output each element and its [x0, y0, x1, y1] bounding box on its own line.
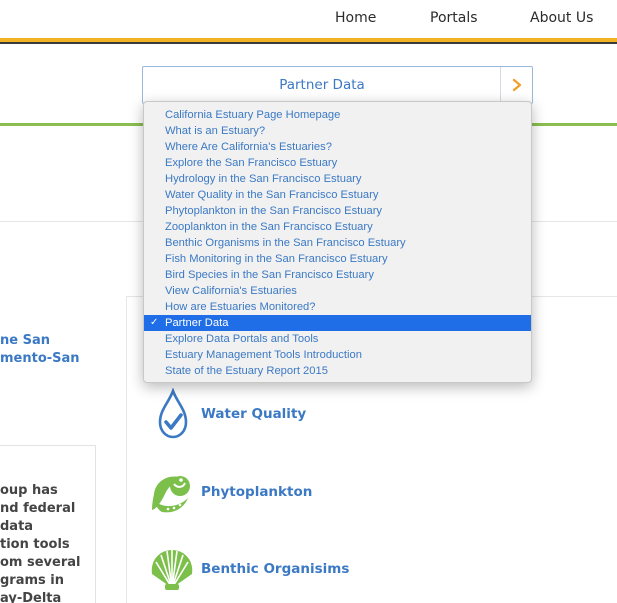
dropdown-option-label: Where Are California's Estuaries?: [165, 141, 332, 153]
dropdown-option[interactable]: View California's Estuaries: [144, 283, 531, 299]
dropdown-option-label: How are Estuaries Monitored?: [165, 301, 316, 313]
left-section-heading[interactable]: ne San mento-San: [0, 332, 80, 368]
left-text-line: om several: [0, 555, 81, 570]
chevron-right-icon: [512, 78, 521, 92]
dropdown-option[interactable]: Benthic Organisms in the San Francisco E…: [144, 235, 531, 251]
dropdown-option[interactable]: Estuary Management Tools Introduction: [144, 347, 531, 363]
dropdown-option-selected[interactable]: ✓ Partner Data: [144, 315, 531, 331]
left-text-line: grams in: [0, 573, 65, 588]
dropdown-option-label: Partner Data: [165, 317, 229, 329]
dropdown-option-label: State of the Estuary Report 2015: [165, 365, 328, 377]
dropdown-option-label: Fish Monitoring in the San Francisco Est…: [165, 253, 388, 265]
dropdown-option[interactable]: Water Quality in the San Francisco Estua…: [144, 187, 531, 203]
nav-portals-link[interactable]: Portals: [430, 10, 478, 26]
dropdown-option-label: Benthic Organisms in the San Francisco E…: [165, 237, 406, 249]
left-text-line: data: [0, 519, 34, 534]
dropdown-option[interactable]: Bird Species in the San Francisco Estuar…: [144, 267, 531, 283]
top-nav: Home Portals About Us: [0, 0, 617, 38]
dropdown-option-label: Explore the San Francisco Estuary: [165, 157, 338, 169]
scallop-shell-icon: [151, 550, 193, 590]
dropdown-option-label: Hydrology in the San Francisco Estuary: [165, 173, 362, 185]
nav-home-link[interactable]: Home: [335, 10, 376, 26]
topic-benthic[interactable]: Benthic Organisims: [148, 546, 349, 592]
left-text-line: ay-Delta: [0, 591, 62, 603]
topic-label: Benthic Organisims: [201, 561, 350, 577]
topic-label: Water Quality: [201, 406, 307, 422]
left-heading-line-2: mento-San: [0, 351, 80, 366]
left-info-text: oup has nd federal data tion tools om se…: [0, 482, 81, 603]
left-text-line: oup has: [0, 483, 58, 498]
phytoplankton-icon: [152, 476, 190, 513]
dropdown-option[interactable]: How are Estuaries Monitored?: [144, 299, 531, 315]
dropdown-option[interactable]: What is an Estuary?: [144, 123, 531, 139]
dropdown-option-label: Zooplankton in the San Francisco Estuary: [165, 221, 373, 233]
dropdown-option[interactable]: State of the Estuary Report 2015: [144, 363, 531, 379]
header-divider: [0, 42, 617, 44]
topic-label: Phytoplankton: [201, 484, 313, 500]
page-select-dropdown[interactable]: California Estuary Page Homepage What is …: [143, 101, 532, 383]
topic-water-quality[interactable]: Water Quality: [156, 388, 306, 440]
dropdown-option[interactable]: Explore Data Portals and Tools: [144, 331, 531, 347]
dropdown-option[interactable]: Phytoplankton in the San Francisco Estua…: [144, 203, 531, 219]
page-select-value: Partner Data: [279, 77, 365, 93]
dropdown-option[interactable]: Hydrology in the San Francisco Estuary: [144, 171, 531, 187]
left-heading-line-1: ne San: [0, 333, 50, 348]
left-text-line: nd federal: [0, 501, 76, 516]
dropdown-option[interactable]: California Estuary Page Homepage: [144, 107, 531, 123]
topic-phytoplankton[interactable]: Phytoplankton: [148, 468, 312, 516]
page-select[interactable]: Partner Data: [142, 66, 533, 104]
dropdown-option-label: Estuary Management Tools Introduction: [165, 349, 362, 361]
dropdown-option[interactable]: Explore the San Francisco Estuary: [144, 155, 531, 171]
dropdown-option-label: California Estuary Page Homepage: [165, 109, 341, 121]
nav-about-link[interactable]: About Us: [530, 10, 593, 26]
dropdown-option-label: What is an Estuary?: [165, 125, 266, 137]
dropdown-option[interactable]: Zooplankton in the San Francisco Estuary: [144, 219, 531, 235]
dropdown-option-label: Explore Data Portals and Tools: [165, 333, 319, 345]
dropdown-option-label: Bird Species in the San Francisco Estuar…: [165, 269, 374, 281]
checkmark-icon: ✓: [150, 317, 159, 328]
dropdown-option[interactable]: Where Are California's Estuaries?: [144, 139, 531, 155]
water-drop-check-icon: [158, 388, 188, 439]
dropdown-option-label: Water Quality in the San Francisco Estua…: [165, 189, 379, 201]
left-text-line: tion tools: [0, 537, 70, 552]
dropdown-option-label: Phytoplankton in the San Francisco Estua…: [165, 205, 383, 217]
page-select-arrow-button[interactable]: [500, 67, 532, 103]
dropdown-option-label: View California's Estuaries: [165, 285, 297, 297]
dropdown-option[interactable]: Fish Monitoring in the San Francisco Est…: [144, 251, 531, 267]
